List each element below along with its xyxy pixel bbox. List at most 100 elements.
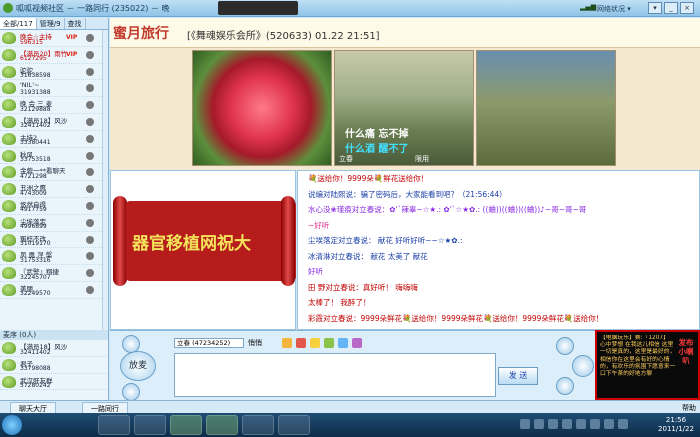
user-list-scrollbar[interactable]	[102, 30, 108, 330]
user-id: 32249570	[20, 290, 51, 298]
tray-icon[interactable]	[618, 419, 628, 429]
chat-message: 说编对陆熙说：骗了密码后，大家能看到吧？（21:56:44）	[308, 189, 507, 199]
taskbar-app-sogou-icon[interactable]	[242, 415, 274, 435]
gift-icon[interactable]	[324, 338, 334, 348]
user-row[interactable]: 尘埃落定 4996899	[0, 215, 108, 232]
video-lyric-top: 什么痛 忘不掉	[345, 129, 409, 140]
home-icon[interactable]	[556, 377, 574, 395]
main-action-icon[interactable]	[572, 355, 594, 377]
user-row[interactable]: 秋风 33753518	[0, 148, 108, 165]
video-panel-1[interactable]	[192, 50, 332, 166]
taskbar-app-guagua-icon[interactable]	[170, 415, 202, 435]
user-avatar-icon	[2, 48, 16, 61]
user-row[interactable]: 晚 会 三 麦 32129888	[0, 97, 108, 114]
user-avatar-icon	[2, 375, 16, 388]
taskbar-clock[interactable]: 21:56 2011/1/22	[655, 416, 697, 434]
user-id: 33798088	[20, 365, 51, 373]
signal-icon: ▂▄▆	[580, 3, 597, 11]
user-row[interactable]: 『武警』翔捷 32245707	[0, 265, 108, 282]
user-id: 4721298	[20, 172, 47, 180]
user-row[interactable]: 丑洲之鹰 4743009	[0, 181, 108, 198]
user-avatar-icon	[2, 267, 16, 280]
publish-horn-button[interactable]: 发布小喇叭	[677, 338, 695, 365]
speak-button[interactable]: 放麦	[120, 351, 156, 381]
broadcast-ad-box[interactable]: 【电脑玩乐】赛:『1207】 心中梦想 在我这儿相信 这里一切是真的，这里是最好…	[595, 330, 700, 400]
user-id: 4917759	[20, 206, 47, 214]
emoji-icon[interactable]	[310, 338, 320, 348]
user-id: 31753316	[20, 256, 51, 264]
flower-icon[interactable]	[352, 338, 362, 348]
user-status-icon	[86, 50, 94, 59]
chat-message: 尘埃落定对立春说： 献花 好听好听~~☆★✿.:	[308, 236, 463, 245]
minimize-button[interactable]: _	[664, 2, 678, 14]
mic-queue-title: 麦序 (0人)	[0, 330, 108, 340]
tab-admin[interactable]: 管理/9	[37, 18, 65, 29]
tray-icon[interactable]	[576, 419, 586, 429]
private-checkbox[interactable]: 悄悄	[248, 338, 262, 348]
speaker-volume-icon[interactable]	[122, 383, 140, 401]
menu-button[interactable]: ▾	[648, 2, 662, 14]
mic-queue-row[interactable]: 【满员18】风沙 32411402	[0, 340, 108, 357]
close-button[interactable]: ×	[680, 2, 694, 14]
user-status-icon	[86, 269, 94, 278]
tray-icon[interactable]	[604, 419, 614, 429]
tab-search[interactable]: 查找	[65, 18, 86, 29]
user-id: 32411402	[20, 348, 51, 356]
user-row[interactable]: 悠然自得 4917759	[0, 198, 108, 215]
recipient-select[interactable]: 立春 (47234252)	[174, 338, 244, 348]
user-row[interactable]: 金蓉一**看聊天 4721298	[0, 164, 108, 182]
user-row[interactable]: 主持2 33380441	[0, 131, 108, 148]
user-row[interactable]: 晚会☆主持 596315 VIP	[0, 30, 108, 47]
user-row[interactable]: 'NIL'~ 31931388	[0, 80, 108, 98]
tray-icon[interactable]	[562, 419, 572, 429]
user-row[interactable]: 驼驼 31638598	[0, 64, 108, 81]
user-status-icon	[86, 235, 94, 244]
start-button-icon[interactable]	[2, 415, 22, 435]
video-controls-strip[interactable]	[218, 1, 298, 15]
video-panel-2[interactable]: 什么痛 忘不掉 什么酒 醒不了 立春 限用	[334, 50, 474, 166]
chat-log[interactable]: 💐送给你！9999朵💐鲜花送给你！ 说编对陆熙说：骗了密码后，大家能看到吧？（21…	[297, 170, 700, 330]
user-status-icon	[86, 201, 94, 210]
color-icon[interactable]	[296, 338, 306, 348]
user-status-icon	[86, 134, 94, 143]
mic-queue-row[interactable]: 君子 33798088	[0, 357, 108, 374]
video-panel-3[interactable]	[476, 50, 616, 166]
settings-icon[interactable]	[556, 337, 574, 355]
user-id: 31638598	[20, 72, 51, 80]
taskbar-app-explorer-icon[interactable]	[98, 415, 130, 435]
user-avatar-icon	[2, 82, 16, 95]
user-row[interactable]: 凤 凰 涅 槃 31753316	[0, 248, 108, 266]
image-icon[interactable]	[338, 338, 348, 348]
user-row[interactable]: 【满员20】雨竹 6127295 VIP	[0, 47, 108, 64]
tab-all[interactable]: 全部/117	[0, 18, 37, 29]
font-icon[interactable]	[282, 338, 292, 348]
message-input[interactable]	[174, 353, 496, 397]
user-id: 32411402	[20, 122, 51, 130]
mic-queue-row[interactable]: 武汉肝友群 57280242	[0, 374, 108, 391]
help-link[interactable]: 帮助	[682, 403, 696, 413]
user-row[interactable]: 冤枉不改 31019170	[0, 232, 108, 249]
user-list-panel: 全部/117 管理/9 查找 晚会☆主持 596315 VIP 【满员20】雨竹 612…	[0, 18, 109, 400]
net-status[interactable]: 网络状况 ▾	[597, 4, 631, 14]
app-window: 呱呱视频社区 － 一路同行 (235022) － 晚 ▂▄▆ 网络状况 ▾ ▾ …	[0, 0, 700, 437]
chat-message: 💐送给你！9999朵💐鲜花送给你！	[308, 174, 429, 183]
send-button[interactable]: 发 送	[498, 367, 538, 385]
taskbar-app-folder-icon[interactable]	[278, 415, 310, 435]
user-id: 6127295	[20, 55, 47, 63]
tray-icon[interactable]	[520, 419, 530, 429]
title-bar: 呱呱视频社区 － 一路同行 (235022) － 晚 ▂▄▆ 网络状况 ▾ ▾ …	[0, 0, 700, 17]
user-id: 4996899	[20, 223, 47, 231]
banner-text: 器官移植网祝大	[132, 234, 251, 254]
chat-message: 好听	[308, 267, 323, 276]
taskbar-app-ie-icon[interactable]	[134, 415, 166, 435]
tray-icon[interactable]	[590, 419, 600, 429]
user-id: 31019170	[20, 240, 51, 248]
user-status-icon	[86, 67, 94, 76]
scroll-left-end	[113, 196, 127, 286]
video-area: 什么痛 忘不掉 什么酒 醒不了 立春 限用	[110, 48, 700, 170]
user-row[interactable]: 美丽 32249570	[0, 282, 108, 299]
tray-icon[interactable]	[548, 419, 558, 429]
taskbar-app-guagua2-icon[interactable]	[206, 415, 238, 435]
tray-icon[interactable]	[534, 419, 544, 429]
user-row[interactable]: 【满员18】风沙 32411402	[0, 114, 108, 131]
